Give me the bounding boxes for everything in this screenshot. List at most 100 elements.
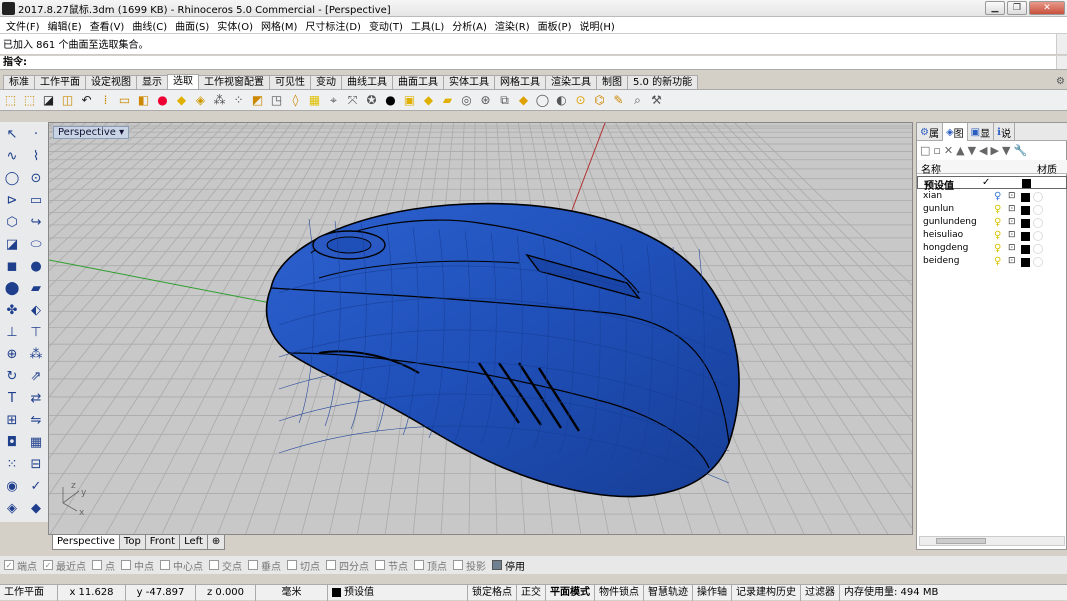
select-color-icon[interactable]: ● xyxy=(154,92,171,109)
menu-item[interactable]: 渲染(R) xyxy=(491,18,534,33)
move-in-icon[interactable]: ▶ xyxy=(991,144,999,157)
osnap-option[interactable]: 四分点 xyxy=(326,558,369,573)
circle-icon[interactable]: ◯ xyxy=(2,168,22,188)
osnap-checkbox[interactable] xyxy=(209,560,219,570)
select-dims-icon[interactable]: ◳ xyxy=(268,92,285,109)
viewport-tab[interactable]: Perspective xyxy=(52,535,120,550)
menu-item[interactable]: 工具(L) xyxy=(407,18,448,33)
layer-row[interactable]: gunlun ♀ ⊡ xyxy=(917,204,1067,217)
trim-icon[interactable]: ⊤ xyxy=(26,322,46,342)
bulb-icon[interactable]: ♀ xyxy=(994,256,1001,267)
rotate-icon[interactable]: ↻ xyxy=(2,366,22,386)
select-by-layer-icon[interactable]: ⌖ xyxy=(325,92,342,109)
layer-row[interactable]: hongdeng ♀ ⊡ xyxy=(917,243,1067,256)
select-children-icon[interactable]: ◐ xyxy=(553,92,570,109)
select-pen-icon[interactable]: ✎ xyxy=(610,92,627,109)
viewport-title[interactable]: Perspective ▾ xyxy=(53,126,130,139)
material-circle-icon[interactable] xyxy=(1033,205,1043,215)
command-line-scrollbar[interactable] xyxy=(1056,56,1067,69)
group-icon[interactable]: ◈ xyxy=(2,498,22,518)
osnap-option[interactable]: 中点 xyxy=(121,558,154,573)
split-icon[interactable]: ⊥ xyxy=(2,322,22,342)
rectangle-icon[interactable]: ▭ xyxy=(26,190,46,210)
select-history-icon[interactable]: ◯ xyxy=(534,92,551,109)
osnap-checkbox[interactable]: ✓ xyxy=(4,560,14,570)
text-icon[interactable]: T xyxy=(2,388,22,408)
unlock-icon[interactable]: ⊡ xyxy=(1008,230,1016,240)
osnap-option[interactable]: ✓ 端点 xyxy=(4,558,37,573)
select-arrow-icon[interactable]: ↖ xyxy=(2,124,22,144)
move-up-icon[interactable]: ▲ xyxy=(956,144,964,157)
menu-item[interactable]: 网格(M) xyxy=(257,18,301,33)
status-toggle[interactable]: 锁定格点 xyxy=(468,584,517,601)
select-blocks-icon[interactable]: ◩ xyxy=(249,92,266,109)
bulb-icon[interactable]: ♀ xyxy=(994,243,1001,254)
status-toggle[interactable]: 物件锁点 xyxy=(595,584,644,601)
minimize-button[interactable]: ▁ xyxy=(985,1,1005,15)
close-button[interactable]: ✕ xyxy=(1029,1,1065,15)
menu-item[interactable]: 查看(V) xyxy=(86,18,129,33)
osnap-checkbox[interactable] xyxy=(121,560,131,570)
dim-icon[interactable]: ⇄ xyxy=(26,388,46,408)
tools-icon[interactable]: 🔧 xyxy=(1013,144,1027,157)
material-circle-icon[interactable] xyxy=(1033,231,1043,241)
panel-tab[interactable]: ▣ 显 xyxy=(968,123,995,141)
osnap-option[interactable]: ✓ 最近点 xyxy=(43,558,86,573)
osnap-option[interactable]: 点 xyxy=(92,558,115,573)
select-none-icon[interactable]: ⬚ xyxy=(21,92,38,109)
sphere-icon[interactable]: ● xyxy=(26,256,46,276)
toolbar-tab[interactable]: 实体工具 xyxy=(443,75,495,89)
select-open-icon[interactable]: ▣ xyxy=(401,92,418,109)
join-icon[interactable]: ⊕ xyxy=(2,344,22,364)
select-large-icon[interactable]: ⌬ xyxy=(591,92,608,109)
select-annotations-icon[interactable]: ⁘ xyxy=(230,92,247,109)
select-extrusion-icon[interactable]: ◆ xyxy=(515,92,532,109)
layer-color-swatch[interactable] xyxy=(1021,219,1030,228)
osnap-checkbox[interactable] xyxy=(160,560,170,570)
plane-icon[interactable]: ▰ xyxy=(26,278,46,298)
select-last-icon[interactable]: ◫ xyxy=(59,92,76,109)
unlock-icon[interactable]: ⊡ xyxy=(1008,243,1016,253)
layer-row[interactable]: xian ♀ ⊡ xyxy=(917,191,1067,204)
layer-color-swatch[interactable] xyxy=(1021,245,1030,254)
cylinder-icon[interactable]: ⬤ xyxy=(2,278,22,298)
osnap-checkbox[interactable] xyxy=(453,560,463,570)
status-toggle[interactable]: 记录建构历史 xyxy=(732,584,801,601)
toolbar-tab[interactable]: 制图 xyxy=(596,75,628,89)
toolbar-tab[interactable]: 渲染工具 xyxy=(545,75,597,89)
panel-horizontal-scrollbar[interactable] xyxy=(919,536,1065,546)
select-closed-icon[interactable]: ◆ xyxy=(420,92,437,109)
panel-tab[interactable]: ◈ 图 xyxy=(942,123,968,141)
status-toggle[interactable]: 过滤器 xyxy=(801,584,840,601)
menu-item[interactable]: 实体(O) xyxy=(213,18,257,33)
status-cplane[interactable]: 工作平面 xyxy=(0,584,58,601)
command-history-scrollbar[interactable] xyxy=(1056,34,1067,54)
viewport-tab[interactable]: Left xyxy=(179,535,208,550)
toolbar-tab[interactable]: 5.0 的新功能 xyxy=(627,75,699,89)
osnap-checkbox[interactable] xyxy=(326,560,336,570)
curve-icon[interactable]: ⌇ xyxy=(26,146,46,166)
viewport-tab[interactable]: Top xyxy=(118,535,146,550)
command-line[interactable]: 指令: xyxy=(0,56,1067,70)
box-icon[interactable]: ◼ xyxy=(2,256,22,276)
layer-row[interactable]: heisuliao ♀ ⊡ xyxy=(917,230,1067,243)
menu-item[interactable]: 尺寸标注(D) xyxy=(301,18,365,33)
layer-row[interactable]: beideng ♀ ⊡ xyxy=(917,256,1067,269)
osnap-checkbox[interactable] xyxy=(492,560,502,570)
unlock-icon[interactable]: ⊡ xyxy=(1008,191,1016,201)
osnap-option[interactable]: 投影 xyxy=(453,558,486,573)
unlock-icon[interactable]: ⊡ xyxy=(1008,256,1016,266)
material-circle-icon[interactable] xyxy=(1033,218,1043,228)
menu-item[interactable]: 说明(H) xyxy=(576,18,619,33)
osnap-option[interactable]: 交点 xyxy=(209,558,242,573)
osnap-option[interactable]: 垂点 xyxy=(248,558,281,573)
bulb-icon[interactable]: ♀ xyxy=(994,230,1001,241)
toolbar-tab[interactable]: 可见性 xyxy=(269,75,311,89)
select-points-icon[interactable]: ⁞ xyxy=(97,92,114,109)
select-polylines-icon[interactable]: ◧ xyxy=(135,92,152,109)
point-icon[interactable]: · xyxy=(26,124,46,144)
mirror-icon[interactable]: ⇋ xyxy=(26,410,46,430)
select-points-cloud-icon[interactable]: ◎ xyxy=(458,92,475,109)
move-icon[interactable]: ⇗ xyxy=(26,366,46,386)
new-sublayer-icon[interactable]: ▫ xyxy=(933,144,940,157)
